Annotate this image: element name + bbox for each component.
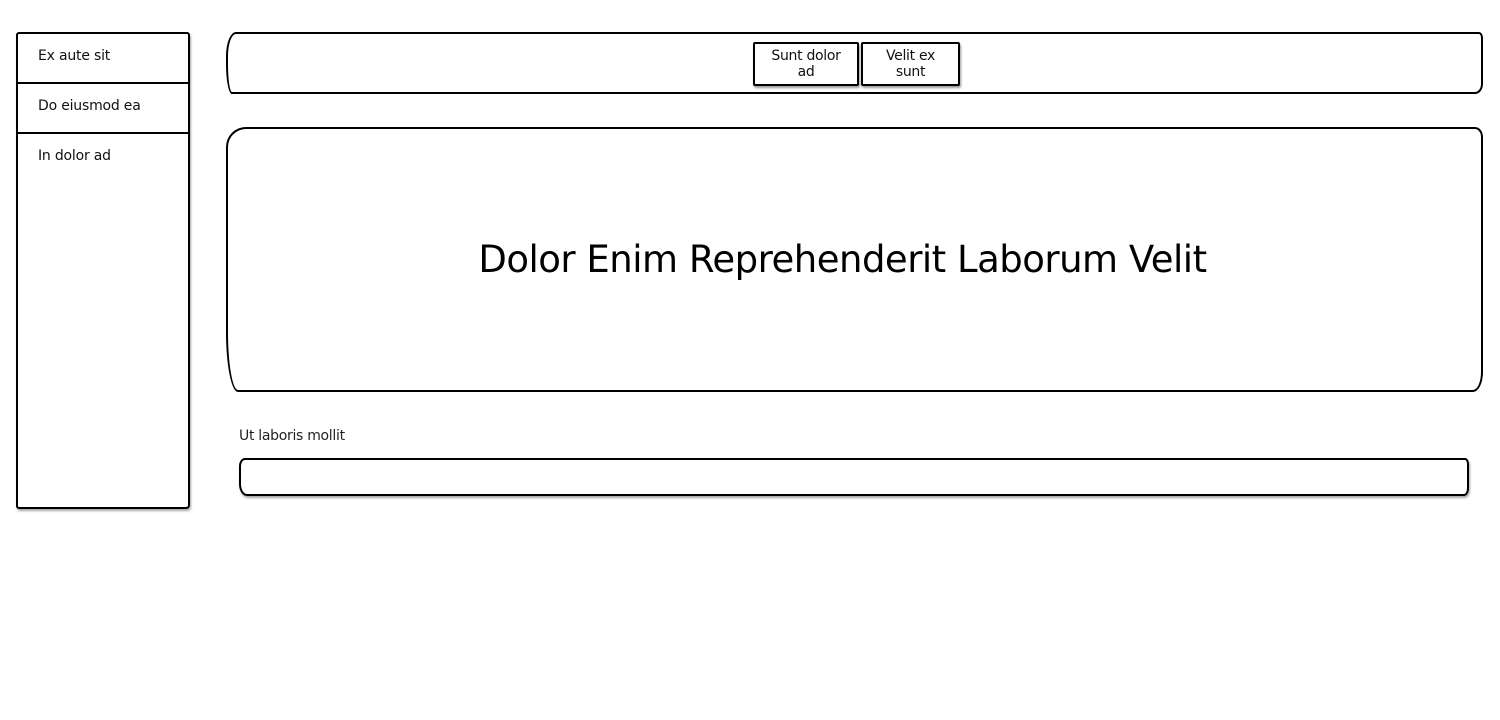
toolbar-button-group: Sunt dolor ad Velit ex sunt [753, 42, 960, 86]
sidebar-item-ex-aute-sit[interactable]: Ex aute sit [18, 34, 188, 84]
sidebar-item-label: In dolor ad [38, 148, 111, 164]
sunt-dolor-ad-button[interactable]: Sunt dolor ad [753, 42, 859, 86]
sidebar-item-label: Ex aute sit [38, 48, 111, 64]
sidebar-item-label: Do eiusmod ea [38, 98, 141, 114]
text-input[interactable] [239, 458, 1469, 496]
hero-panel: Dolor Enim Reprehenderit Laborum Velit [226, 127, 1483, 392]
velit-ex-sunt-button[interactable]: Velit ex sunt [861, 42, 960, 86]
sidebar: Ex aute sit Do eiusmod ea In dolor ad [16, 32, 190, 509]
field-label: Ut laboris mollit [239, 428, 345, 444]
top-toolbar: Sunt dolor ad Velit ex sunt [226, 32, 1483, 94]
hero-title: Dolor Enim Reprehenderit Laborum Velit [478, 238, 1207, 281]
sidebar-item-do-eiusmod-ea[interactable]: Do eiusmod ea [18, 84, 188, 134]
sidebar-item-in-dolor-ad[interactable]: In dolor ad [18, 134, 188, 184]
